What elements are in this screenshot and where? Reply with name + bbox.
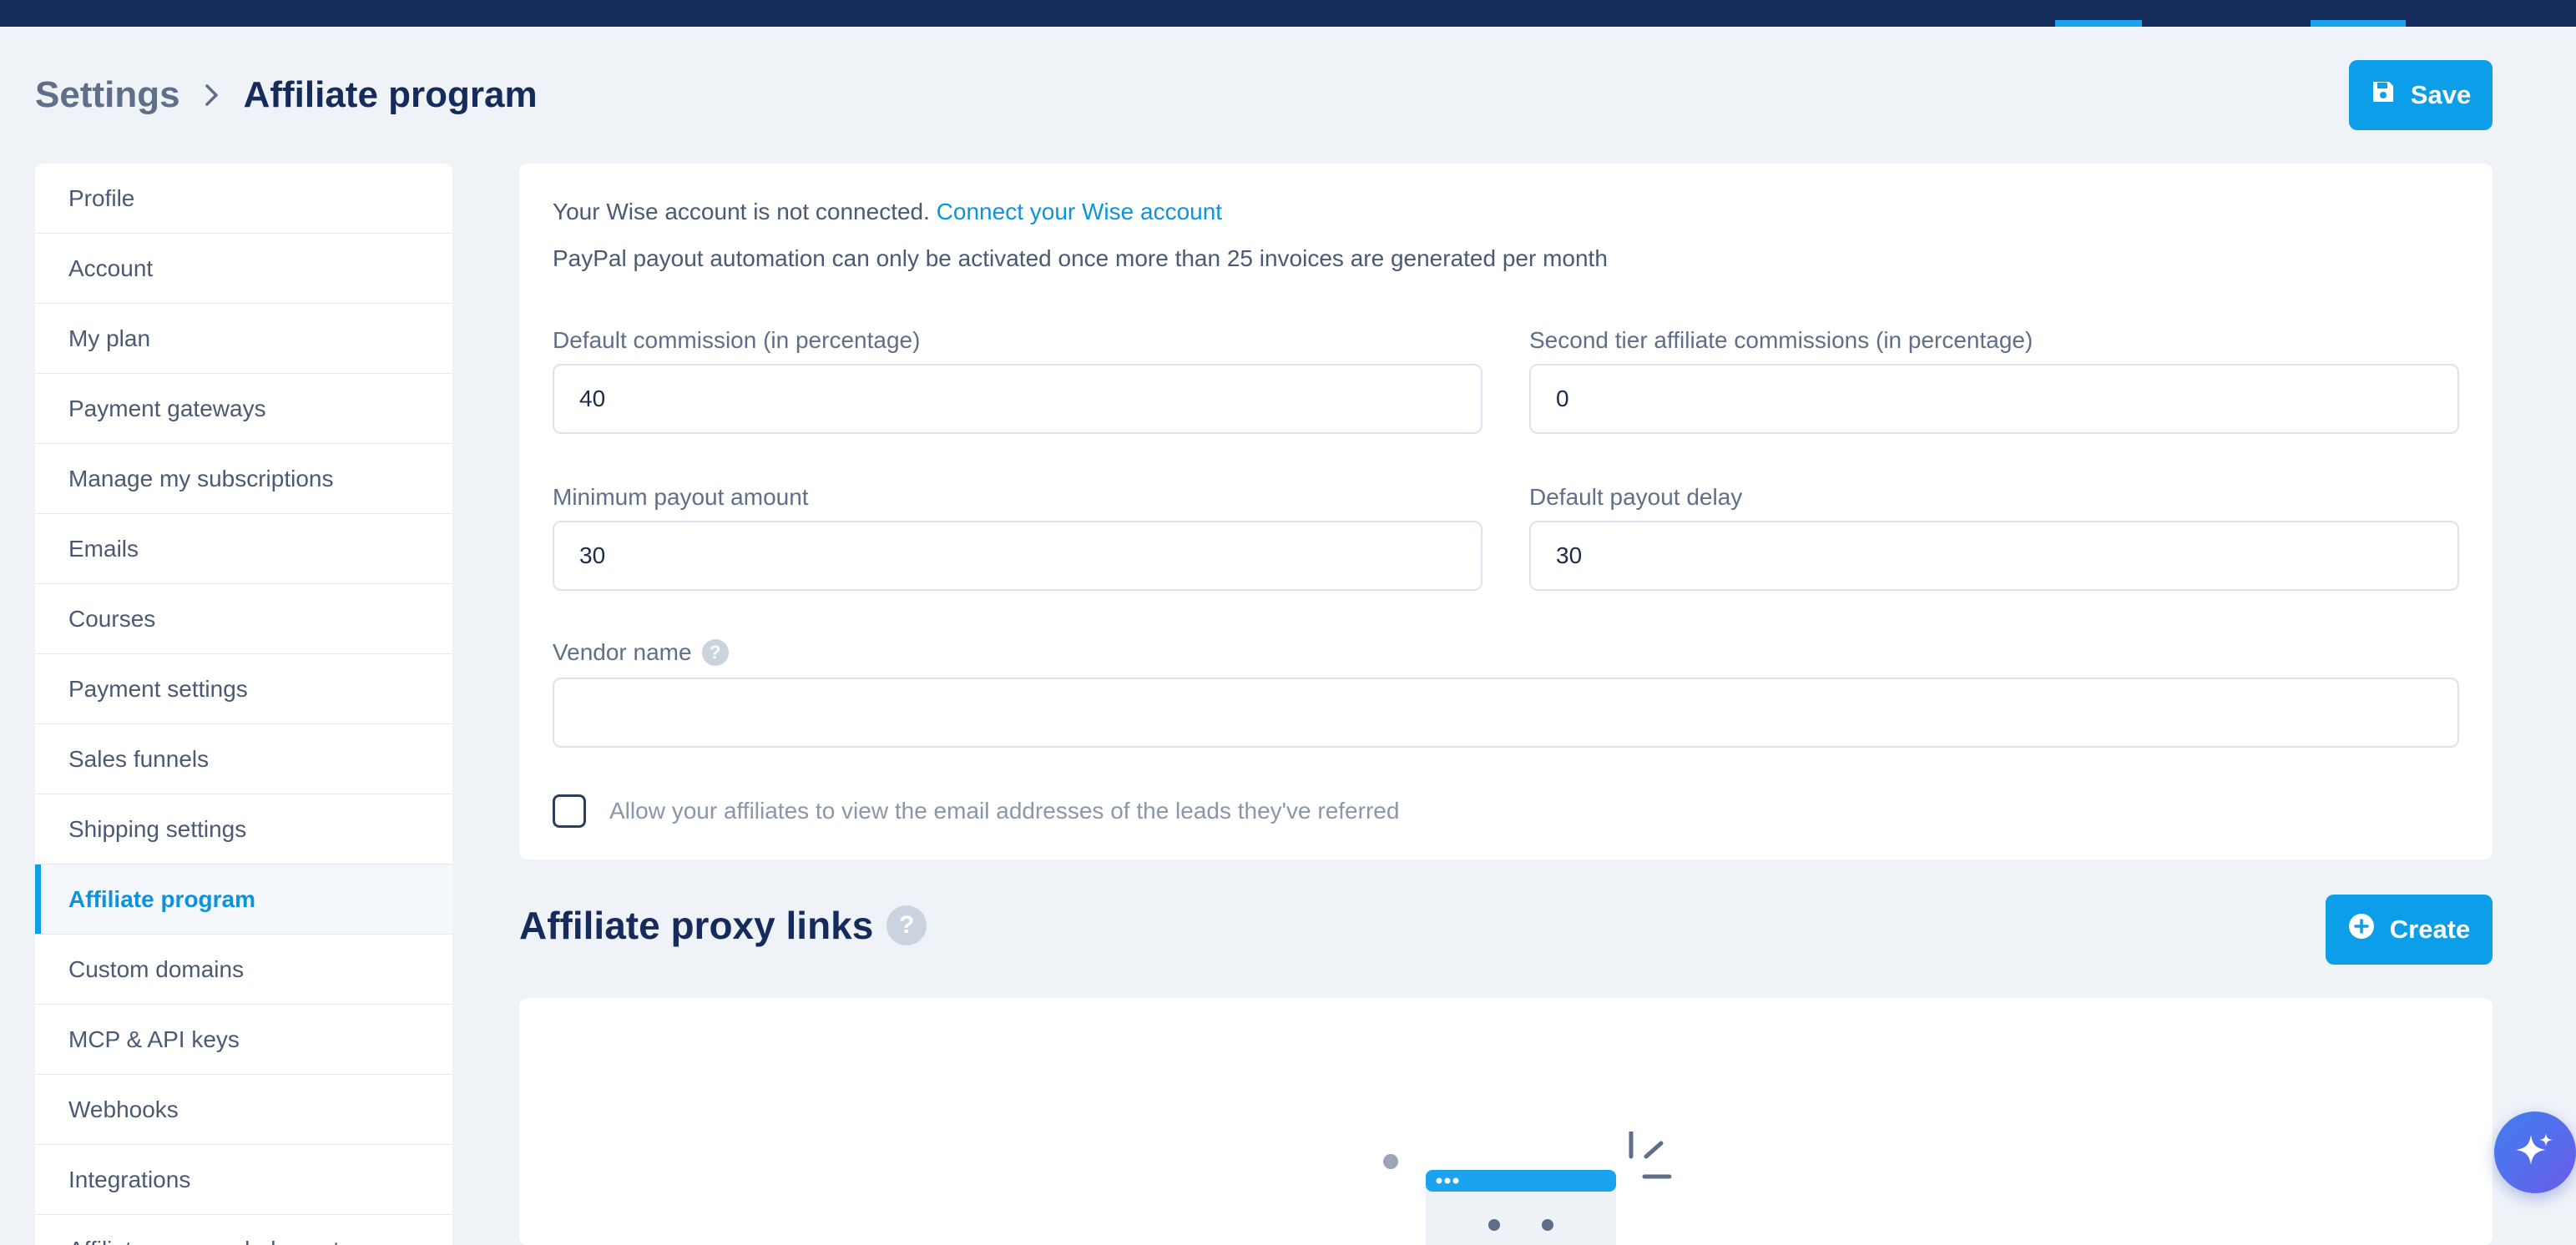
connect-wise-link[interactable]: Connect your Wise account xyxy=(937,199,1222,224)
plus-circle-icon xyxy=(2348,913,2375,946)
create-proxy-link-button[interactable]: Create xyxy=(2326,895,2493,965)
sidebar-item-affiliate-help[interactable]: Affiliate program help center xyxy=(35,1215,452,1245)
proxy-links-card xyxy=(519,998,2493,1245)
default-commission-input[interactable]: 40 xyxy=(553,364,1482,434)
active-tab-indicator xyxy=(2311,20,2406,27)
proxy-links-header: Affiliate proxy links ? xyxy=(519,903,927,948)
top-navigation-bar xyxy=(0,0,2576,27)
ai-assistant-button[interactable] xyxy=(2494,1111,2576,1193)
chevron-right-icon xyxy=(199,82,225,108)
sidebar-item-emails[interactable]: Emails xyxy=(35,514,452,584)
payout-delay-label: Default payout delay xyxy=(1529,484,1743,510)
minimum-payout-input[interactable]: 30 xyxy=(553,521,1482,591)
help-icon[interactable]: ? xyxy=(886,905,927,945)
breadcrumb: Settings Affiliate program xyxy=(35,70,538,120)
sidebar-item-custom-domains[interactable]: Custom domains xyxy=(35,935,452,1005)
allow-emails-option: Allow your affiliates to view the email … xyxy=(553,794,1399,828)
sidebar-item-sales-funnels[interactable]: Sales funnels xyxy=(35,724,452,794)
payout-delay-input[interactable]: 30 xyxy=(1529,521,2459,591)
vendor-name-label: Vendor name xyxy=(553,639,692,665)
sidebar-item-webhooks[interactable]: Webhooks xyxy=(35,1075,452,1145)
second-tier-commission-input[interactable]: 0 xyxy=(1529,364,2459,434)
sidebar-item-my-plan[interactable]: My plan xyxy=(35,304,452,374)
empty-state-illustration xyxy=(1383,1132,1672,1245)
wise-connection-status: Your Wise account is not connected. Conn… xyxy=(553,199,1222,225)
settings-sidebar: Profile Account My plan Payment gateways… xyxy=(35,164,452,1245)
create-button-label: Create xyxy=(2389,915,2471,944)
allow-emails-checkbox[interactable] xyxy=(553,794,586,828)
sparkles-icon xyxy=(2514,1130,2556,1176)
paypal-automation-note: PayPal payout automation can only be act… xyxy=(553,245,1608,271)
affiliate-settings-card: Your Wise account is not connected. Conn… xyxy=(519,164,2493,859)
sidebar-item-courses[interactable]: Courses xyxy=(35,584,452,654)
vendor-name-label-row: Vendor name ? xyxy=(553,639,729,666)
floppy-disk-icon xyxy=(2371,79,2396,111)
active-tab-indicator xyxy=(2055,20,2142,27)
minimum-payout-label: Minimum payout amount xyxy=(553,484,809,510)
wise-status-text: Your Wise account is not connected. xyxy=(553,199,930,224)
vendor-name-input[interactable] xyxy=(553,678,2459,748)
save-button[interactable]: Save xyxy=(2349,60,2493,130)
sidebar-item-mcp-api-keys[interactable]: MCP & API keys xyxy=(35,1005,452,1075)
default-commission-label: Default commission (in percentage) xyxy=(553,327,921,353)
sidebar-item-profile[interactable]: Profile xyxy=(35,164,452,234)
help-icon[interactable]: ? xyxy=(701,639,729,666)
allow-emails-label: Allow your affiliates to view the email … xyxy=(609,798,1400,824)
sidebar-item-integrations[interactable]: Integrations xyxy=(35,1145,452,1215)
sidebar-item-affiliate-program[interactable]: Affiliate program xyxy=(35,864,452,935)
sidebar-item-payment-settings[interactable]: Payment settings xyxy=(35,654,452,724)
sidebar-item-payment-gateways[interactable]: Payment gateways xyxy=(35,374,452,444)
save-button-label: Save xyxy=(2410,80,2472,109)
page-title: Affiliate program xyxy=(243,74,538,115)
proxy-links-title: Affiliate proxy links xyxy=(519,904,874,947)
sidebar-item-shipping-settings[interactable]: Shipping settings xyxy=(35,794,452,864)
sidebar-item-manage-subscriptions[interactable]: Manage my subscriptions xyxy=(35,444,452,514)
breadcrumb-settings-link[interactable]: Settings xyxy=(35,74,180,116)
sidebar-item-account[interactable]: Account xyxy=(35,234,452,304)
second-tier-commission-label: Second tier affiliate commissions (in pe… xyxy=(1529,327,2033,353)
